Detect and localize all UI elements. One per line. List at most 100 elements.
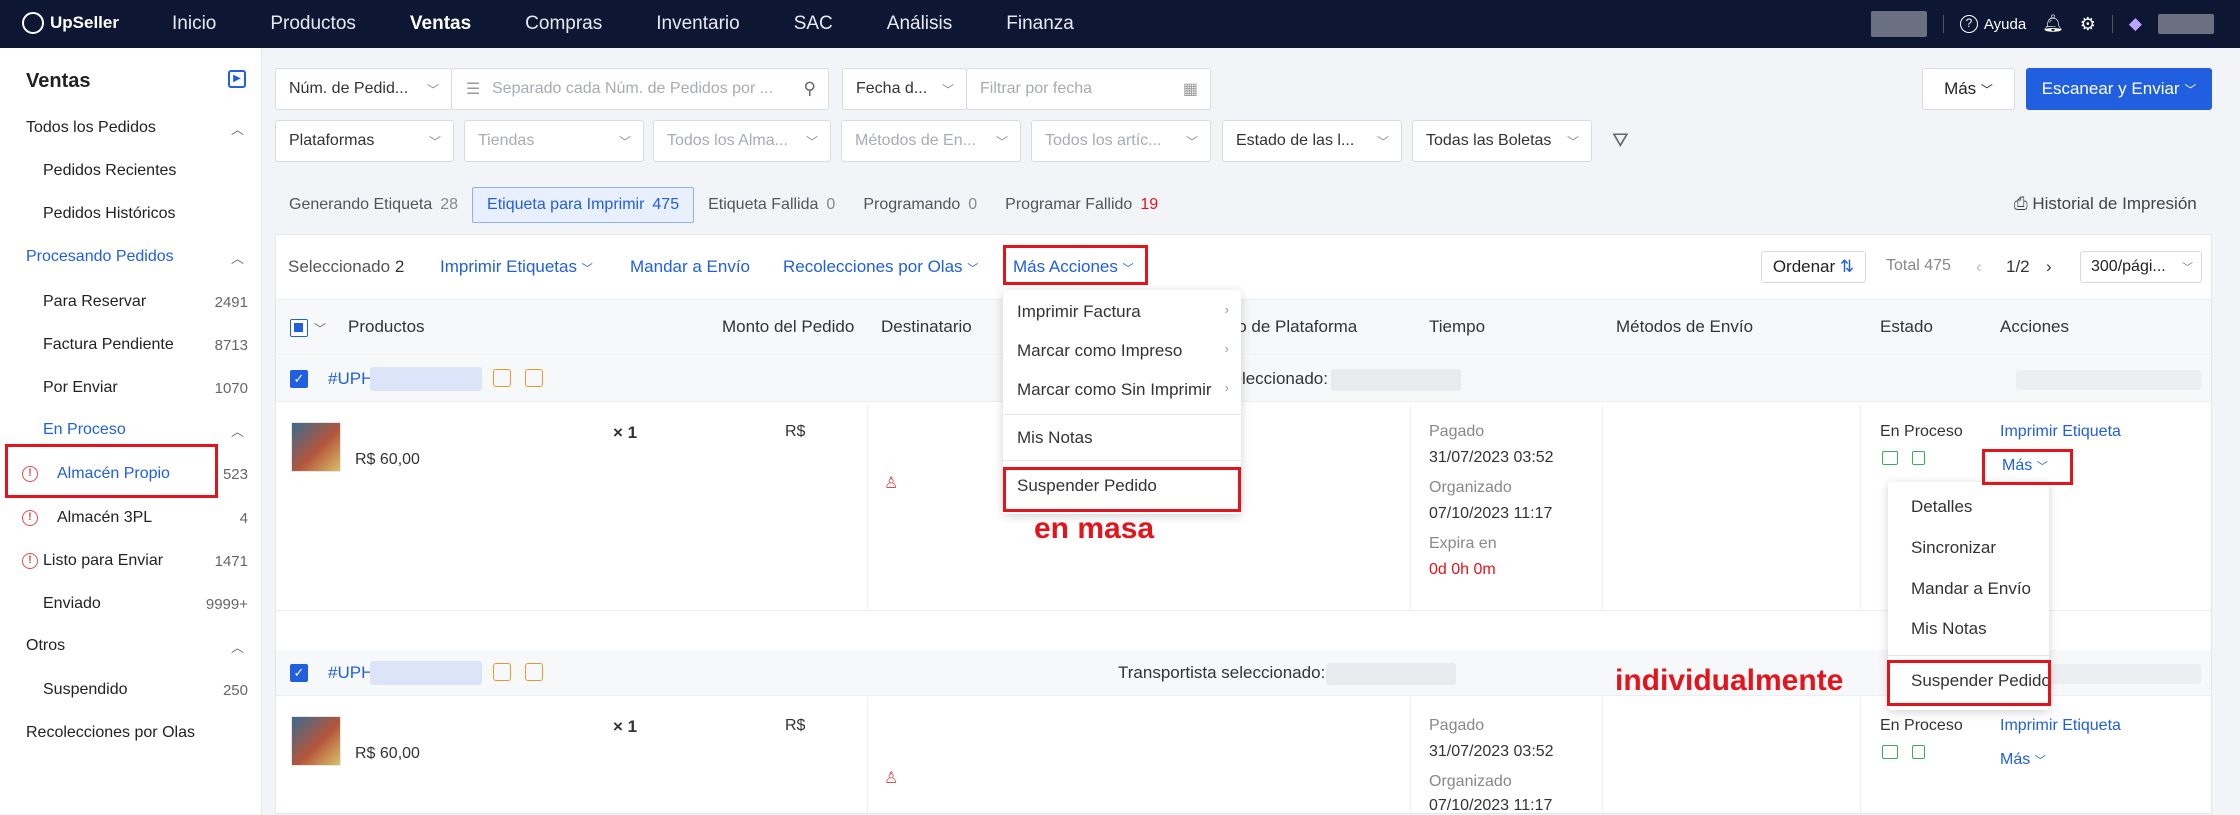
ordenar-button[interactable]: Ordenar ⇅ — [1761, 251, 1866, 283]
sidebar-item-historicos[interactable]: Pedidos Históricos — [0, 194, 262, 234]
chevron-up-icon[interactable]: ︿ — [231, 421, 244, 440]
nav-ventas[interactable]: Ventas — [410, 13, 471, 35]
tab-etiqueta-imprimir[interactable]: Etiqueta para Imprimir 475 — [472, 187, 695, 223]
product-thumbnail[interactable] — [291, 422, 341, 472]
order-id[interactable]: #UPH — [328, 369, 373, 389]
sidebar-item-enviado[interactable]: Enviado 9999+ — [0, 584, 262, 624]
chevron-down-icon: ﹀ — [805, 134, 818, 149]
sidebar-item-procesando[interactable]: Procesando Pedidos ︿ — [0, 237, 262, 277]
row-mas-button[interactable]: Más ﹀ — [2000, 751, 2046, 769]
menu-item-marcar-impreso[interactable]: Marcar como Impreso › — [1003, 341, 1241, 361]
date-filter-input[interactable]: Filtrar por fecha ▦ — [966, 68, 1211, 110]
sidebar-item-olas[interactable]: Recolecciones por Olas — [0, 713, 262, 753]
menu-item-imprimir-factura[interactable]: Imprimir Factura › — [1003, 302, 1241, 322]
sidebar-item-otros[interactable]: Otros ︿ — [0, 626, 262, 666]
user-warning-icon[interactable]: ♙ — [884, 473, 902, 492]
nav-productos[interactable]: Productos — [270, 13, 356, 35]
message-icon[interactable] — [493, 369, 511, 387]
chevron-up-icon[interactable]: ︿ — [231, 248, 244, 267]
imprimir-etiqueta-link[interactable]: Imprimir Etiqueta — [2000, 423, 2121, 441]
button-label: Más — [1944, 79, 1977, 98]
blurred-username[interactable] — [2158, 14, 2214, 34]
nav-inicio[interactable]: Inicio — [172, 13, 216, 35]
tab-programar-fallido[interactable]: Programar Fallido 19 — [991, 187, 1172, 223]
sidebar-item-label: Almacén 3PL — [57, 509, 153, 526]
menu-item-mis-notas[interactable]: Mis Notas — [1897, 619, 2058, 639]
imprimir-etiquetas-button[interactable]: Imprimir Etiquetas ﹀ — [440, 257, 593, 277]
select-value: Métodos de En... — [855, 132, 976, 149]
almacenes-select[interactable]: Todos los Alma... ﹀ — [653, 120, 831, 162]
order-checkbox[interactable]: ✓ — [290, 664, 308, 682]
sidebar-item-suspendido[interactable]: Suspendido 250 — [0, 670, 262, 710]
menu-item-marcar-sin-imprimir[interactable]: Marcar como Sin Imprimir › — [1003, 380, 1241, 400]
blurred-account[interactable] — [1870, 11, 1927, 37]
help-icon[interactable]: ? — [1959, 15, 1978, 33]
order-checkbox[interactable]: ✓ — [290, 370, 308, 388]
tab-programando[interactable]: Programando 0 — [849, 187, 991, 223]
gear-icon[interactable]: ⚙ — [2080, 14, 2096, 35]
brand-logo[interactable]: UpSeller — [22, 12, 119, 34]
tab-etiqueta-fallida[interactable]: Etiqueta Fallida 0 — [694, 187, 849, 223]
search-icon[interactable]: ⚲ — [804, 79, 816, 99]
plataformas-select[interactable]: Plataformas ﹀ — [275, 120, 454, 162]
tab-generando[interactable]: Generando Etiqueta 28 — [275, 187, 472, 223]
prev-page-icon[interactable]: ‹ — [1976, 257, 1982, 277]
chevron-up-icon[interactable]: ︿ — [231, 119, 244, 138]
sidebar-item-count: 250 — [222, 681, 248, 699]
recolecciones-olas-button[interactable]: Recolecciones por Olas ﹀ — [783, 257, 978, 277]
calendar-icon[interactable]: ▦ — [1183, 79, 1198, 99]
fecha-select[interactable]: Fecha d... ﹀ — [842, 68, 967, 110]
imprimir-etiqueta-link[interactable]: Imprimir Etiqueta — [2000, 717, 2121, 735]
blurred-info — [2016, 370, 2201, 390]
blurred-carrier — [1331, 369, 1461, 391]
escanear-enviar-button[interactable]: Escanear y Enviar ﹀ — [2026, 68, 2212, 110]
next-page-icon[interactable]: › — [2046, 257, 2052, 277]
menu-item-mandar-envio[interactable]: Mandar a Envío — [1897, 579, 2058, 599]
note-icon[interactable] — [525, 369, 543, 387]
sidebar-item-factura[interactable]: Factura Pendiente 8713 — [0, 325, 262, 365]
collapse-sidebar-icon[interactable]: ▶ — [228, 70, 246, 88]
diamond-icon[interactable]: ◆ — [2129, 14, 2142, 34]
order-search-input[interactable]: ☰ Separado cada Núm. de Pedidos por ... … — [451, 68, 829, 110]
select-all-checkbox[interactable] — [290, 319, 308, 337]
metodos-envio-select[interactable]: Métodos de En... ﹀ — [841, 120, 1021, 162]
sidebar-item-listo[interactable]: ! Listo para Enviar 1471 — [0, 541, 262, 581]
warning-icon: ! — [22, 510, 38, 526]
order-id[interactable]: #UPH — [328, 663, 373, 683]
nav-finanza[interactable]: Finanza — [1006, 13, 1074, 35]
blurred-carrier — [1326, 663, 1456, 685]
articulos-select[interactable]: Todos los artíc... ﹀ — [1031, 120, 1211, 162]
sidebar-item-recientes[interactable]: Pedidos Recientes — [0, 151, 262, 191]
product-thumbnail[interactable] — [291, 716, 341, 766]
num-pedido-select[interactable]: Núm. de Pedid... ﹀ — [275, 68, 452, 110]
estado-boletas-select[interactable]: Estado de las l... ﹀ — [1222, 120, 1402, 162]
todas-boletas-select[interactable]: Todas las Boletas ﹀ — [1412, 120, 1592, 162]
menu-item-sincronizar[interactable]: Sincronizar — [1897, 538, 2058, 558]
note-icon[interactable] — [525, 663, 543, 681]
menu-item-label: Marcar como Impreso — [1017, 341, 1183, 360]
sidebar-item-por-enviar[interactable]: Por Enviar 1070 — [0, 368, 262, 408]
sidebar-item-reservar[interactable]: Para Reservar 2491 — [0, 282, 262, 322]
nav-analisis[interactable]: Análisis — [887, 13, 952, 35]
nav-compras[interactable]: Compras — [525, 13, 602, 35]
highlight-mas-acciones — [1003, 245, 1148, 285]
user-warning-icon[interactable]: ♙ — [884, 768, 902, 787]
filter-icon[interactable]: ⛛ — [1612, 130, 1629, 153]
per-page-select[interactable]: 300/pági... ﹀ — [2080, 251, 2202, 283]
mas-button[interactable]: Más ﹀ — [1922, 68, 2015, 110]
sidebar-item-todos[interactable]: Todos los Pedidos ︿ — [0, 108, 262, 148]
menu-item-mis-notas[interactable]: Mis Notas — [1003, 428, 1241, 448]
sidebar-item-almacen-3pl[interactable]: ! Almacén 3PL 4 — [0, 498, 262, 538]
help-label[interactable]: Ayuda — [1984, 16, 2026, 33]
bell-icon[interactable]: 🔔︎ — [2042, 14, 2064, 34]
mandar-envio-button[interactable]: Mandar a Envío — [630, 257, 750, 277]
total-count: Total 475 — [1886, 257, 1951, 274]
message-icon[interactable] — [493, 663, 511, 681]
nav-sac[interactable]: SAC — [794, 13, 833, 35]
menu-item-detalles[interactable]: Detalles — [1897, 497, 2058, 517]
historial-impresion-link[interactable]: ⎙ Historial de Impresión — [2014, 194, 2197, 214]
chevron-down-icon[interactable]: ﹀ — [314, 320, 326, 337]
tiendas-select[interactable]: Tiendas ﹀ — [464, 120, 644, 162]
nav-inventario[interactable]: Inventario — [656, 13, 739, 35]
chevron-up-icon[interactable]: ︿ — [231, 637, 244, 656]
